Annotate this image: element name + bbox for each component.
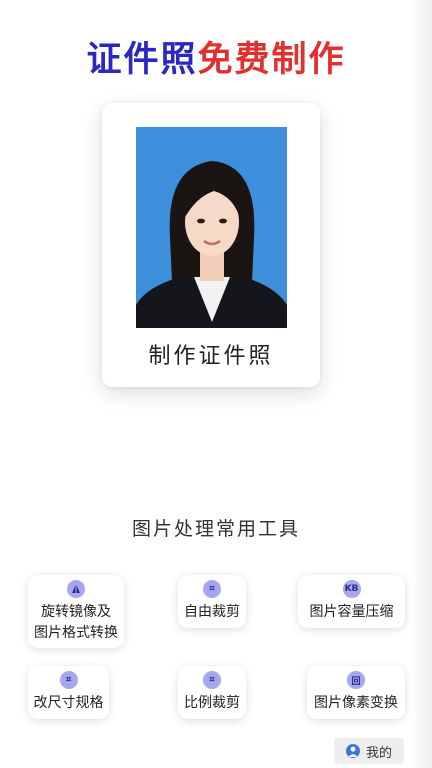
make-id-photo-card[interactable]: 制作证件照 [102, 103, 320, 387]
pixel-icon: 回 [347, 671, 365, 689]
tool-label: 图片容量压缩 [309, 604, 394, 620]
tool-pixel-transform[interactable]: 回 图片像素变换 [307, 666, 405, 719]
mirror-rotate-icon [67, 579, 85, 598]
title-part-blue: 证件照 [86, 40, 198, 80]
kb-compress-icon: KB [342, 580, 361, 598]
tool-label: 图片像素变换 [314, 695, 398, 711]
title-part-red: 免费制作 [197, 40, 346, 80]
tool-change-size-spec[interactable]: ⌗ 改尺寸规格 [28, 666, 109, 719]
right-edge-shade [410, 0, 432, 768]
tool-compress-size[interactable]: KB 图片容量压缩 [298, 575, 405, 628]
tools-section-title: 图片处理常用工具 [131, 518, 300, 540]
mine-button[interactable]: 我的 [334, 738, 404, 764]
crop-icon: ⌗ [203, 580, 221, 598]
make-id-photo-label: 制作证件照 [148, 344, 274, 369]
tool-free-crop[interactable]: ⌗ 自由裁剪 [178, 575, 246, 628]
user-icon [345, 744, 360, 758]
tool-label-line2: 图片格式转换 [34, 624, 118, 641]
tool-label: 自由裁剪 [184, 604, 240, 620]
sample-id-photo [136, 127, 287, 328]
page-title: 证件照免费制作 [0, 38, 432, 82]
mine-label: 我的 [365, 745, 392, 761]
tool-label: 比例裁剪 [184, 695, 240, 711]
crop-icon: ⌗ [203, 671, 221, 689]
tool-label: 旋转镜像及 [41, 603, 111, 620]
tool-label: 改尺寸规格 [33, 695, 104, 711]
tool-rotate-mirror-format[interactable]: 旋转镜像及 图片格式转换 [28, 575, 124, 648]
crop-icon: ⌗ [59, 671, 78, 689]
tool-ratio-crop[interactable]: ⌗ 比例裁剪 [178, 666, 246, 719]
